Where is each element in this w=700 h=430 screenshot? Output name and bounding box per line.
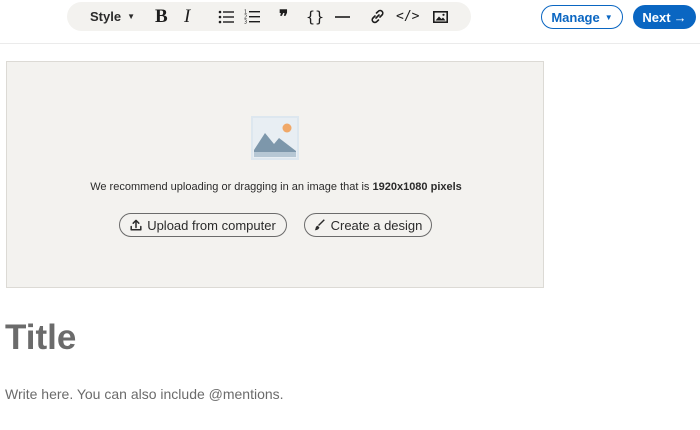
code-block-button[interactable]: {} [306,2,324,31]
cover-recommendation: We recommend uploading or dragging in an… [7,181,545,193]
upload-icon [130,219,142,231]
bulleted-list-icon [218,10,234,23]
italic-button[interactable]: I [184,2,190,31]
bulleted-list-button[interactable] [218,2,234,31]
embed-code-button[interactable]: </> [396,2,419,31]
upload-button-label: Upload from computer [147,217,276,233]
quote-button[interactable]: ❞ [279,2,288,31]
numbered-list-icon: 1 2 3 [244,10,260,25]
bold-button[interactable]: B [155,2,168,31]
manage-button[interactable]: Manage ▼ [541,5,623,29]
header-divider [0,43,700,44]
horizontal-rule-button[interactable] [335,2,350,31]
insert-image-button[interactable] [433,2,448,31]
numbered-list-button[interactable]: 1 2 3 [244,2,260,31]
design-brush-icon [314,219,326,231]
next-button-label: Next [642,9,671,25]
recommend-size: 1920x1080 pixels [372,181,462,193]
style-dropdown[interactable]: Style ▼ [90,2,135,31]
image-icon [433,10,448,23]
next-button[interactable]: Next → [633,5,696,29]
upload-from-computer-button[interactable]: Upload from computer [119,213,287,237]
design-button-label: Create a design [330,217,423,233]
horizontal-rule-icon [335,15,350,18]
arrow-right-icon: → [673,9,687,25]
link-button[interactable] [369,2,386,31]
cover-image-dropzone[interactable]: We recommend uploading or dragging in an… [6,61,544,288]
article-title-field[interactable]: Title [5,318,76,358]
svg-text:3: 3 [244,20,247,25]
landscape-image-icon [251,116,299,160]
formatting-toolbar: Style ▼ B I 1 2 3 ❞ {} </> [67,2,471,31]
article-body-field[interactable]: Write here. You can also include @mentio… [5,386,284,402]
style-dropdown-label: Style [90,9,122,24]
chevron-down-icon: ▼ [604,12,613,22]
manage-button-label: Manage [551,9,600,25]
recommend-text: We recommend uploading or dragging in an… [90,181,373,193]
chevron-down-icon: ▼ [127,12,135,21]
create-design-button[interactable]: Create a design [304,213,432,237]
link-icon [371,9,384,24]
